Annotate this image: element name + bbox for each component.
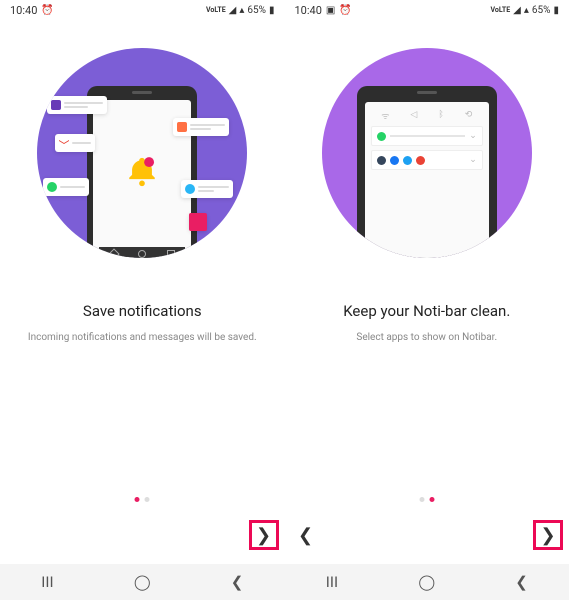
purple-square-icon (51, 100, 61, 110)
battery-icon: ▮ (553, 5, 559, 16)
notification-card (47, 96, 107, 114)
notification-row: ⌄ (371, 126, 483, 146)
back-button[interactable]: ❮ (217, 573, 257, 591)
hero-illustration (0, 48, 285, 258)
chevron-left-icon: ❮ (298, 525, 313, 546)
whatsapp-icon (47, 182, 57, 192)
recents-button[interactable]: III (27, 573, 67, 591)
home-button[interactable]: ◯ (122, 573, 162, 591)
volte-icon: VoLTE (491, 6, 511, 14)
status-bar: 10:40 ⏰ VoLTE ◢ ▴ 65% ▮ (0, 0, 285, 20)
orange-square-icon (177, 122, 187, 132)
chevron-down-icon: ⌄ (469, 131, 477, 141)
page-indicator (135, 497, 150, 502)
system-nav-bar: III ◯ ❮ (0, 564, 285, 600)
gmail-icon (416, 156, 425, 165)
onboarding-screen-1: 10:40 ⏰ VoLTE ◢ ▴ 65% ▮ (0, 0, 285, 600)
phone-nav-bar (99, 247, 185, 258)
recents-button[interactable]: III (312, 573, 352, 591)
chevron-right-icon: ❯ (256, 525, 271, 546)
alarm-icon: ⏰ (41, 5, 53, 16)
bluetooth-icon: ᛒ (438, 110, 443, 120)
phone-mockup: ᯤ ◁ ᛒ ⟲ ⌄ (357, 86, 497, 258)
volte-icon: VoLTE (206, 6, 226, 14)
battery-icon: ▮ (269, 5, 275, 16)
system-nav-bar: III ◯ ❮ (285, 564, 569, 600)
wifi-icon: ◢ (229, 5, 237, 16)
chevron-down-icon: ⌄ (469, 155, 477, 165)
home-button[interactable]: ◯ (407, 573, 447, 591)
rotate-icon: ⟲ (465, 110, 473, 120)
status-time: 10:40 (295, 4, 322, 17)
gmail-icon (59, 138, 69, 148)
page-dot (429, 497, 434, 502)
hero-illustration: ᯤ ◁ ᛒ ⟲ ⌄ (285, 48, 569, 258)
notification-card (181, 180, 233, 198)
signal-icon: ▴ (239, 5, 244, 16)
page-indicator (419, 497, 434, 502)
signal-icon: ▴ (524, 5, 529, 16)
next-button[interactable]: ❯ (249, 520, 279, 550)
page-dot (135, 497, 140, 502)
notification-card (173, 118, 229, 136)
wifi-icon: ◢ (513, 5, 521, 16)
battery-text: 65% (247, 5, 266, 16)
wifi-icon: ᯤ (381, 109, 389, 122)
battery-text: 65% (532, 5, 551, 16)
page-dot (145, 497, 150, 502)
image-icon: ▣ (326, 5, 335, 16)
pink-square-icon (189, 213, 207, 231)
next-button[interactable]: ❯ (533, 520, 563, 550)
status-bar: 10:40 ▣ ⏰ VoLTE ◢ ▴ 65% ▮ (285, 0, 569, 20)
onboarding-screen-2: 10:40 ▣ ⏰ VoLTE ◢ ▴ 65% ▮ ᯤ ◁ ᛒ ⟲ (285, 0, 569, 600)
facebook-icon (390, 156, 399, 165)
onboarding-subtitle: Incoming notifications and messages will… (0, 332, 285, 343)
onboarding-title: Keep your Noti-bar clean. (285, 302, 569, 320)
notification-card (43, 178, 89, 196)
notification-card (189, 213, 207, 231)
alarm-icon: ⏰ (339, 5, 351, 16)
whatsapp-icon (377, 132, 386, 141)
notification-row: ⌄ (371, 150, 483, 170)
onboarding-subtitle: Select apps to show on Notibar. (285, 332, 569, 343)
status-time: 10:40 (10, 4, 37, 17)
notification-card (55, 134, 95, 152)
twitter-icon (403, 156, 412, 165)
prev-button[interactable]: ❮ (291, 520, 321, 550)
page-dot (419, 497, 424, 502)
quick-settings-row: ᯤ ◁ ᛒ ⟲ (371, 108, 483, 122)
chevron-right-icon: ❯ (540, 525, 555, 546)
back-button[interactable]: ❮ (502, 573, 542, 591)
telegram-icon (185, 184, 195, 194)
sound-icon: ◁ (410, 110, 417, 120)
tumblr-icon (377, 156, 386, 165)
onboarding-title: Save notifications (0, 302, 285, 320)
bell-icon (125, 155, 159, 189)
